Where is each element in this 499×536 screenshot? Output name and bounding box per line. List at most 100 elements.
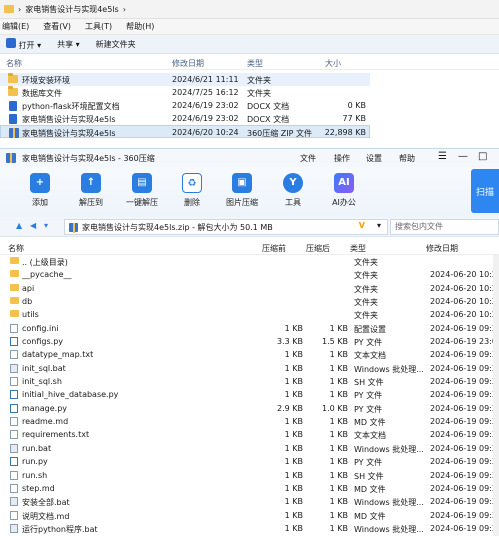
table-row[interactable]: run.sh 1 KB 1 KB SH 文件 2024-06-19 09:35 <box>0 469 499 482</box>
python-file-icon <box>10 337 18 347</box>
col-before[interactable]: 压缩前 <box>262 243 286 254</box>
file-icon <box>10 323 18 333</box>
table-row[interactable]: requirements.txt 1 KB 1 KB 文本文档 2024-06-19 0… <box>0 428 499 441</box>
title-menu-help[interactable]: 帮助 <box>399 153 415 164</box>
ai-office-button[interactable]: AI AI办公 <box>322 173 366 208</box>
cell-date: 2024-06-19 09:35 <box>430 510 499 520</box>
image-compress-button[interactable]: ▣ 图片压缩 <box>220 173 264 208</box>
cell-name: requirements.txt <box>22 430 90 440</box>
table-row[interactable]: run.bat 1 KB 1 KB Windows 批处理... 2024-06-19 … <box>0 442 499 455</box>
cell-date: 2024-06-20 10:24 <box>430 283 499 293</box>
back-icon[interactable]: ◀ <box>30 221 36 230</box>
open-button[interactable]: 打开 ▾ <box>6 37 41 51</box>
minimize-icon[interactable]: — <box>458 151 468 162</box>
table-row[interactable]: run.py 1 KB 1 KB PY 文件 2024-06-19 09:35 <box>0 455 499 468</box>
one-click-extract-button[interactable]: ▤ 一键解压 <box>120 173 164 208</box>
cell-after: 1 KB <box>329 323 348 333</box>
explorer-address-bar[interactable]: › 家电销售设计与实现4e5ls › <box>0 0 499 19</box>
add-button[interactable]: + 添加 <box>18 173 62 208</box>
cell-after: 1 KB <box>329 510 348 520</box>
open-icon <box>6 37 16 48</box>
table-row[interactable]: api 文件夹 2024-06-20 10:24 <box>0 282 499 295</box>
item-type: 文件夹 <box>247 76 271 85</box>
cell-after: 1 KB <box>329 417 348 427</box>
share-button[interactable]: 共享 ▾ <box>57 39 80 50</box>
cell-type: 配置设置 <box>354 324 386 334</box>
cell-before: 1 KB <box>284 497 303 507</box>
cell-after: 1 KB <box>329 377 348 387</box>
add-label: 添加 <box>32 198 48 207</box>
item-size: 22,898 KB <box>324 128 366 137</box>
up-arrow-icon[interactable]: ▲ <box>16 221 22 230</box>
cell-name: utils <box>22 310 39 320</box>
cell-after: 1 KB <box>329 497 348 507</box>
one-click-extract-icon: ▤ <box>132 173 152 193</box>
col-type[interactable]: 类型 <box>350 243 366 254</box>
scan-button[interactable]: 扫描 <box>471 169 499 213</box>
menu-view[interactable]: 查看(V) <box>43 21 71 32</box>
title-menu-file[interactable]: 文件 <box>300 153 316 164</box>
table-row[interactable]: initial_hive_database.py 1 KB 1 KB PY 文件 202… <box>0 388 499 401</box>
col-type[interactable]: 类型 <box>247 58 263 69</box>
dropdown-icon[interactable]: ▾ <box>44 221 48 230</box>
table-row[interactable]: readme.md 1 KB 1 KB MD 文件 2024-06-19 09:35 <box>0 415 499 428</box>
cell-before: 1 KB <box>284 323 303 333</box>
breadcrumb-chevron-icon[interactable]: › <box>123 5 126 14</box>
table-row[interactable]: __pycache__ 文件夹 2024-06-20 10:24 <box>0 268 499 281</box>
table-row[interactable]: step.md 1 KB 1 KB MD 文件 2024-06-19 09:35 <box>0 482 499 495</box>
cell-date: 2024-06-20 10:24 <box>430 270 499 280</box>
table-row[interactable]: db 文件夹 2024-06-20 10:24 <box>0 295 499 308</box>
cell-before: 2.9 KB <box>277 403 303 413</box>
extract-to-button[interactable]: ↑ 解压到 <box>69 173 113 208</box>
python-file-icon <box>10 457 18 467</box>
folder-icon <box>4 5 14 13</box>
table-row[interactable]: utils 文件夹 2024-06-20 10:24 <box>0 308 499 321</box>
maximize-icon[interactable]: □ <box>478 151 487 162</box>
table-row[interactable]: 安装全部.bat 1 KB 1 KB Windows 批处理... 2024-06-19… <box>0 495 499 508</box>
list-item[interactable]: 家电销售设计与实现4e5ls 2024/6/19 23:02 DOCX 文档 7… <box>0 112 370 125</box>
list-item[interactable]: python-flask环境配置文档 2024/6/19 23:02 DOCX … <box>0 99 370 112</box>
col-after[interactable]: 压缩后 <box>306 243 330 254</box>
table-row[interactable]: datatype_map.txt 1 KB 1 KB 文本文档 2024-06-19 0… <box>0 348 499 361</box>
zip-file-list: .. (上级目录) 文件夹 __pycache__ 文件夹 2024-06-20 10:… <box>0 255 499 535</box>
table-row[interactable]: manage.py 2.9 KB 1.0 KB PY 文件 2024-06-19 09:… <box>0 402 499 415</box>
search-input[interactable]: 搜索包内文件 <box>390 219 499 235</box>
cell-date: 2024-06-19 09:35 <box>430 377 499 387</box>
cell-type: SH 文件 <box>354 378 384 388</box>
v-icon[interactable]: V <box>359 221 365 230</box>
cell-name: datatype_map.txt <box>22 350 94 360</box>
breadcrumb-item[interactable]: 家电销售设计与实现4e5ls <box>25 4 119 15</box>
cell-type: 文件夹 <box>354 271 378 281</box>
vertical-scrollbar[interactable] <box>493 255 499 536</box>
title-menu-settings[interactable]: 设置 <box>366 153 382 164</box>
col-name[interactable]: 名称 <box>8 243 24 254</box>
explorer-column-header: 名称 修改日期 类型 大小 <box>0 55 499 70</box>
col-modified[interactable]: 修改日期 <box>172 58 204 69</box>
menu-help[interactable]: 帮助(H) <box>126 21 154 32</box>
table-row[interactable]: 运行python程序.bat 1 KB 1 KB Windows 批处理... 2024… <box>0 522 499 535</box>
table-row[interactable]: init_sql.sh 1 KB 1 KB SH 文件 2024-06-19 09:35 <box>0 375 499 388</box>
col-modified[interactable]: 修改日期 <box>426 243 458 254</box>
menu-tools[interactable]: 工具(T) <box>85 21 112 32</box>
chevron-down-icon[interactable]: ▾ <box>377 221 381 230</box>
table-row[interactable]: config.ini 1 KB 1 KB 配置设置 2024-06-19 09:35 <box>0 322 499 335</box>
table-row[interactable]: configs.py 3.3 KB 1.5 KB PY 文件 2024-06-19 23… <box>0 335 499 348</box>
col-name[interactable]: 名称 <box>6 58 22 69</box>
col-size[interactable]: 大小 <box>325 58 341 69</box>
new-folder-button[interactable]: 新建文件夹 <box>96 39 136 50</box>
image-compress-label: 图片压缩 <box>226 198 258 207</box>
list-item[interactable]: 数据库文件 2024/7/25 16:12 文件夹 <box>0 86 370 99</box>
list-item[interactable]: 环境安装环境 2024/6/21 11:11 文件夹 <box>0 73 370 86</box>
delete-button[interactable]: ♻ 删除 <box>170 173 214 208</box>
path-field[interactable]: 家电销售设计与实现4e5ls.zip - 解包大小为 50.1 MB V ▾ <box>64 219 388 235</box>
tools-button[interactable]: Y 工具 <box>271 173 315 208</box>
table-row[interactable]: init_sql.bat 1 KB 1 KB Windows 批处理... 2024-0… <box>0 362 499 375</box>
table-row[interactable]: .. (上级目录) 文件夹 <box>0 255 499 268</box>
tools-label: 工具 <box>285 198 301 207</box>
skin-icon[interactable]: ☰ <box>438 151 447 162</box>
menu-edit[interactable]: 编辑(E) <box>2 21 29 32</box>
table-row[interactable]: 说明文档.md 1 KB 1 KB MD 文件 2024-06-19 09:35 <box>0 509 499 522</box>
list-item[interactable]: 家电销售设计与实现4e5ls 2024/6/20 10:24 360压缩 ZIP… <box>0 125 370 138</box>
title-menu-operate[interactable]: 操作 <box>334 153 350 164</box>
batch-file-icon <box>10 523 18 533</box>
